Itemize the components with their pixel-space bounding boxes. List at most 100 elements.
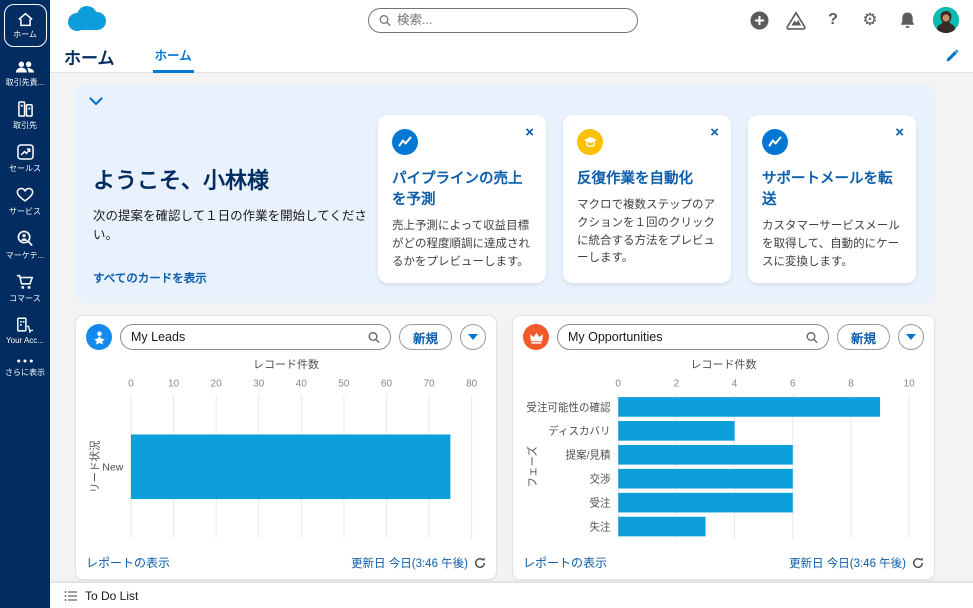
app-sidebar: ホーム 取引先責... 取引先 セールス サービス マーケテ... コマース [0,0,50,608]
tab-home[interactable]: ホーム [153,40,194,73]
show-all-cards-link[interactable]: すべてのカードを表示 [93,273,207,285]
close-icon[interactable]: × [895,125,904,140]
refresh-icon[interactable] [912,557,924,569]
trend-icon [392,129,418,155]
opportunities-new-button[interactable]: 新規 [837,324,890,350]
svg-text:10: 10 [904,378,916,389]
sidebar-item-sales[interactable]: セールス [2,144,48,174]
home-icon [17,12,34,27]
svg-text:30: 30 [253,378,265,389]
opportunities-report-card: 新規 レコード件数 0246810受注可能性の確認ディスカバリ提案/見積交渉受注… [512,315,935,580]
contacts-icon [15,60,35,74]
opportunities-bar-chart: 0246810受注可能性の確認ディスカバリ提案/見積交渉受注失注フェーズ [513,372,934,550]
svg-text:ディスカバリ: ディスカバリ [548,425,610,438]
refresh-icon[interactable] [474,557,486,569]
welcome-heading: ようこそ、小林様 [93,163,383,195]
last-updated-text: 更新日 今日(3:46 午後) [351,555,468,571]
service-icon [16,187,34,203]
view-report-link[interactable]: レポートの表示 [523,554,607,571]
your-account-icon [16,317,34,333]
svg-text:80: 80 [466,378,478,389]
welcome-text: ようこそ、小林様 次の提案を確認して１日の作業を開始してください。 すべてのカー… [93,163,383,287]
leads-report-input[interactable] [131,330,362,344]
sidebar-item-accounts[interactable]: 取引先 [2,101,48,131]
add-icon[interactable] [748,9,770,31]
leads-object-icon [86,324,112,350]
svg-text:リード状況: リード状況 [88,440,101,493]
svg-text:失注: 失注 [590,520,612,533]
sidebar-item-label: ホーム [13,29,37,40]
opportunities-more-actions-button[interactable] [898,324,924,350]
sidebar-item-service[interactable]: サービス [2,187,48,217]
commerce-icon [16,274,34,290]
suggestion-card-forecast: × パイプラインの売上を予測 売上予測によって収益目標がどの程度順調に達成される… [378,115,546,283]
collapse-banner-chevron-icon[interactable] [89,97,103,106]
svg-text:40: 40 [296,378,308,389]
more-icon [16,358,34,364]
sidebar-item-home[interactable]: ホーム [4,4,47,47]
sidebar-item-more[interactable]: さらに表示 [2,358,48,378]
opportunities-chart-title: レコード件数 [513,356,934,372]
suggestion-card-email: × サポートメールを転送 カスタマーサービスメールを取得して、自動的にケースに変… [748,115,916,283]
sidebar-item-label: セールス [9,163,41,174]
svg-text:10: 10 [168,378,180,389]
leads-card-footer: レポートの表示 更新日 今日(3:46 午後) [76,550,496,579]
leads-bar-chart: 01020304050607080Newリード状況 [76,372,496,550]
svg-text:提案/見積: 提案/見積 [566,449,611,462]
svg-text:New: New [102,462,123,474]
suggestion-card-title[interactable]: 反復作業を自動化 [577,169,717,190]
salesforce-logo [64,4,110,36]
suggestion-card-body: カスタマーサービスメールを取得して、自動的にケースに変換します。 [762,218,902,271]
todo-list-icon [64,590,78,602]
suggestion-card-title[interactable]: サポートメールを転送 [762,169,902,211]
svg-text:6: 6 [790,378,796,389]
opportunities-refresh-status: 更新日 今日(3:46 午後) [789,555,924,571]
opportunities-report-combobox[interactable] [557,324,829,350]
suggestion-card-automate: × 反復作業を自動化 マクロで複数ステップのアクションを１回のクリックに統合する… [563,115,731,283]
notifications-icon[interactable] [896,9,918,31]
close-icon[interactable]: × [525,125,534,140]
sidebar-item-commerce[interactable]: コマース [2,274,48,304]
trend-icon [762,129,788,155]
suggestion-card-body: 売上予測によって収益目標がどの程度順調に達成されるかをプレビューします。 [392,218,532,271]
search-input[interactable] [397,13,627,27]
help-icon[interactable]: ? [822,9,844,31]
svg-text:受注: 受注 [590,496,612,509]
settings-icon[interactable]: ⚙ [859,9,881,31]
sidebar-item-label: 取引先責... [6,77,45,88]
leads-card-header: 新規 [76,316,496,354]
view-report-link[interactable]: レポートの表示 [86,554,170,571]
search-icon [368,331,380,344]
edit-page-icon[interactable] [945,49,959,63]
sidebar-item-label: Your Acc... [6,336,44,345]
opportunities-report-input[interactable] [568,330,800,344]
suggestion-card-title[interactable]: パイプラインの売上を予測 [392,169,532,211]
header-actions: ? ⚙ [748,7,959,33]
chevron-down-icon [906,334,916,340]
leads-report-card: 新規 レコード件数 01020304050607080Newリード状況 レポート… [75,315,497,580]
avatar[interactable] [933,7,959,33]
leads-more-actions-button[interactable] [460,324,486,350]
gear-glyph: ⚙ [862,10,877,30]
sidebar-item-contacts[interactable]: 取引先責... [2,60,48,88]
leads-new-button[interactable]: 新規 [399,324,452,350]
suggestion-card-body: マクロで複数ステップのアクションを１回のクリックに統合する方法をプレビューします… [577,197,717,268]
main-content: ようこそ、小林様 次の提案を確認して１日の作業を開始してください。 すべてのカー… [50,73,973,582]
global-search[interactable] [368,8,638,33]
sidebar-item-label: サービス [9,206,41,217]
global-header: ? ⚙ [50,0,973,40]
svg-text:2: 2 [674,378,680,389]
sidebar-item-your-account[interactable]: Your Acc... [2,317,48,345]
opportunities-card-footer: レポートの表示 更新日 今日(3:46 午後) [513,550,934,579]
close-icon[interactable]: × [710,125,719,140]
sidebar-item-label: さらに表示 [5,367,45,378]
dashboard-charts: 新規 レコード件数 01020304050607080Newリード状況 レポート… [75,315,948,580]
leads-report-combobox[interactable] [120,324,391,350]
svg-text:フェーズ: フェーズ [526,445,539,487]
svg-text:50: 50 [338,378,350,389]
trailhead-icon[interactable] [785,9,807,31]
todo-list-button[interactable]: To Do List [85,589,138,603]
sidebar-item-marketing[interactable]: マーケテ... [2,230,48,261]
svg-text:4: 4 [732,378,738,389]
svg-text:70: 70 [423,378,435,389]
